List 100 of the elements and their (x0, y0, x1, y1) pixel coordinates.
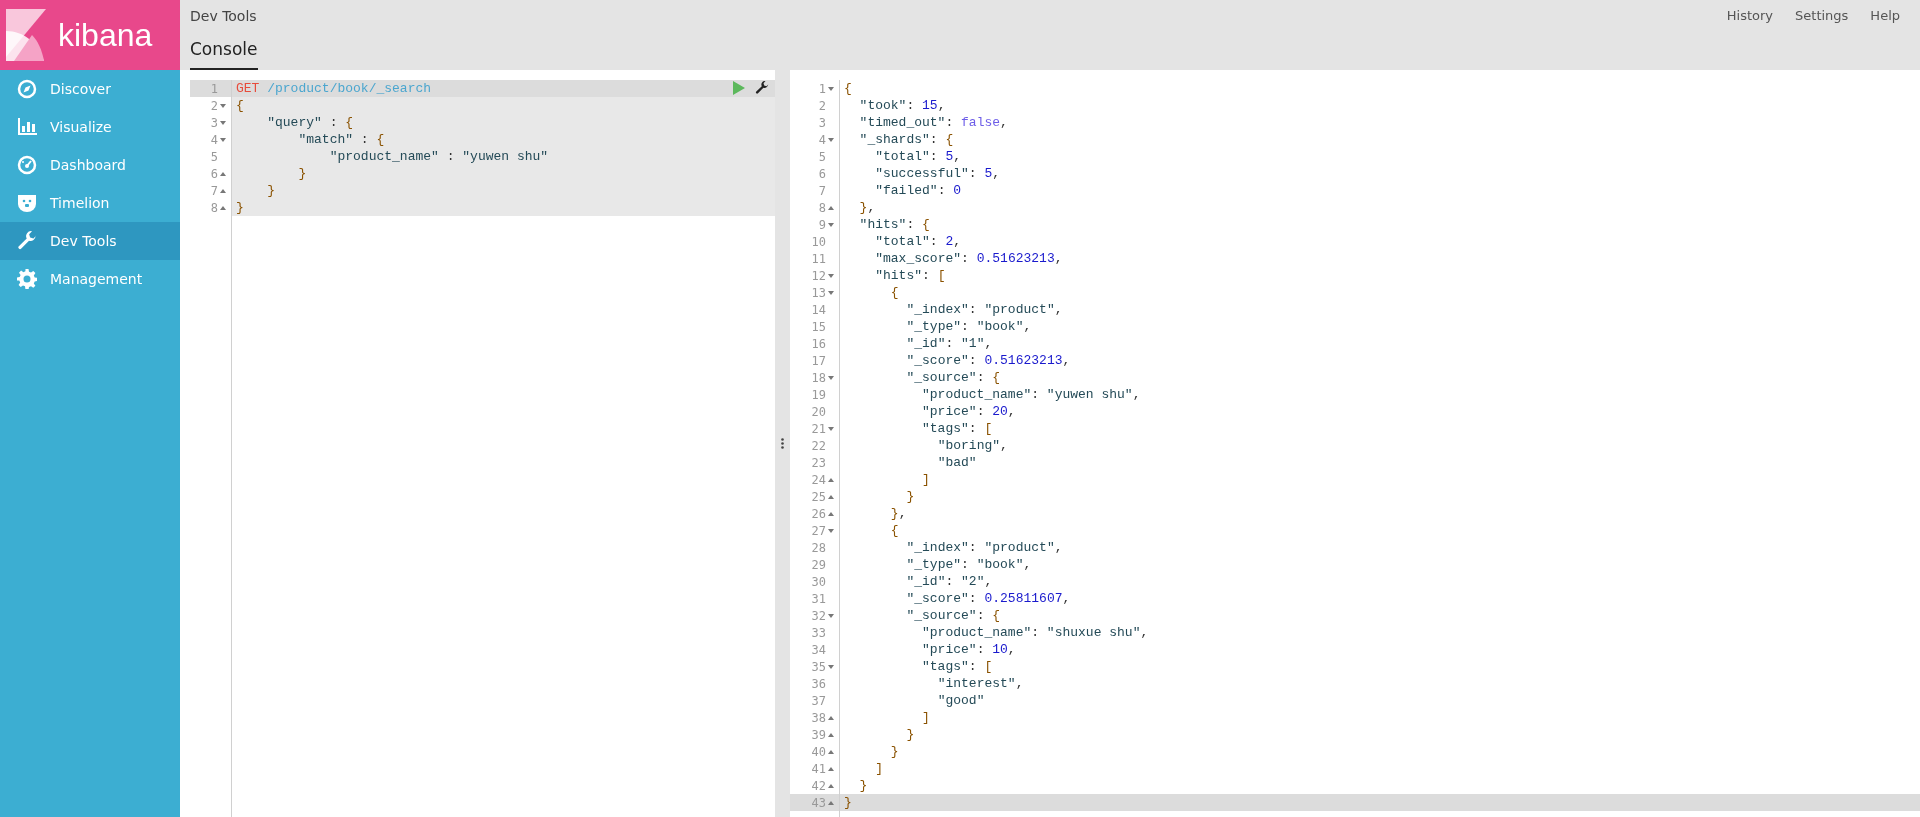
fold-caret-icon[interactable] (828, 800, 834, 805)
line-number: 2 (210, 97, 218, 115)
code-line: "max_score": 0.51623213, (874, 252, 1063, 265)
fold-caret-icon[interactable] (828, 222, 834, 227)
line-number: 26 (811, 505, 826, 523)
line-number: 21 (811, 420, 826, 438)
drag-handle-icon (781, 438, 784, 449)
code-line: } (236, 201, 244, 214)
line-number: 5 (210, 148, 218, 166)
code-line: "product_name" : "yuwen shu" (328, 150, 549, 163)
fold-caret-icon[interactable] (828, 715, 834, 720)
app-name: kibana (58, 19, 153, 51)
fold-caret-icon[interactable] (828, 477, 834, 482)
gear-icon (17, 269, 37, 289)
fold-caret-icon[interactable] (828, 613, 834, 618)
fold-caret-icon[interactable] (828, 494, 834, 499)
code-line: "_type": "book", (905, 558, 1032, 571)
code-line: "_shards": { (858, 133, 954, 146)
code-line: "_score": 0.51623213, (905, 354, 1071, 367)
fold-caret-icon[interactable] (828, 511, 834, 516)
code-line: } (889, 745, 899, 758)
compass-icon (17, 79, 37, 99)
line-number: 37 (811, 692, 826, 710)
nav-item[interactable]: Dev Tools (0, 222, 180, 260)
code-line: "match" : { (297, 133, 385, 146)
fold-caret-icon[interactable] (828, 766, 834, 771)
code-line: "tags": [ (921, 660, 993, 673)
code-line: { (889, 286, 899, 299)
fold-caret-icon[interactable] (828, 205, 834, 210)
line-number: 6 (210, 165, 218, 183)
code-line: } (858, 779, 868, 792)
line-number: 20 (811, 403, 826, 421)
line-number: 18 (811, 369, 826, 387)
line-number: 4 (818, 131, 826, 149)
code-line: "successful": 5, (874, 167, 1001, 180)
fold-caret-icon[interactable] (828, 749, 834, 754)
code-line: "product_name": "yuwen shu", (921, 388, 1141, 401)
code-line: "bad" (936, 456, 977, 469)
fold-caret-icon[interactable] (828, 528, 834, 533)
code-line: "_source": { (905, 609, 1001, 622)
line-number: 8 (210, 199, 218, 217)
header-link[interactable]: Settings (1795, 6, 1849, 26)
code-line: "price": 10, (921, 643, 1016, 656)
wrench-icon (17, 231, 37, 251)
line-number: 28 (811, 539, 826, 557)
fold-caret-icon[interactable] (220, 171, 226, 176)
line-number: 7 (210, 182, 218, 200)
fold-caret-icon[interactable] (220, 205, 226, 210)
line-number: 6 (818, 165, 826, 183)
code-line: "tags": [ (921, 422, 993, 435)
fold-caret-icon[interactable] (828, 664, 834, 669)
code-line: }, (889, 507, 907, 520)
bar-chart-icon (17, 118, 37, 136)
line-number: 4 (210, 131, 218, 149)
fold-caret-icon[interactable] (828, 290, 834, 295)
line-number: 31 (811, 590, 826, 608)
line-number: 33 (811, 624, 826, 642)
code-line: "_index": "product", (905, 541, 1063, 554)
line-number: 43 (811, 794, 826, 812)
fold-caret-icon[interactable] (220, 188, 226, 193)
code-line: "_index": "product", (905, 303, 1063, 316)
line-number: 29 (811, 556, 826, 574)
code-line: "failed": 0 (874, 184, 962, 197)
wrench-icon (755, 81, 769, 95)
code-line: { (889, 524, 899, 537)
fold-caret-icon[interactable] (220, 103, 226, 108)
line-number: 3 (818, 114, 826, 132)
line-number: 39 (811, 726, 826, 744)
fold-caret-icon[interactable] (828, 86, 834, 91)
header-link[interactable]: History (1726, 6, 1774, 26)
line-number: 42 (811, 777, 826, 795)
line-number: 38 (811, 709, 826, 727)
fold-caret-icon[interactable] (828, 273, 834, 278)
code-line: GET /product/book/_search (236, 82, 432, 95)
fold-caret-icon[interactable] (828, 783, 834, 788)
line-number: 2 (818, 97, 826, 115)
line-number: 8 (818, 199, 826, 217)
fold-caret-icon[interactable] (828, 732, 834, 737)
breadcrumb: Dev Tools (190, 7, 258, 26)
code-line: ] (921, 473, 930, 486)
fold-caret-icon[interactable] (828, 137, 834, 142)
line-number: 11 (811, 250, 826, 268)
code-line: } (297, 167, 307, 180)
bear-icon (17, 194, 37, 212)
line-number: 22 (811, 437, 826, 455)
line-number: 1 (210, 80, 218, 98)
line-number: 30 (811, 573, 826, 591)
code-line: "_id": "2", (905, 575, 993, 588)
line-number: 12 (811, 267, 826, 285)
code-line: } (266, 184, 276, 197)
fold-caret-icon[interactable] (220, 137, 226, 142)
line-number: 25 (811, 488, 826, 506)
wrench-button[interactable] (755, 81, 769, 95)
fold-caret-icon[interactable] (828, 375, 834, 380)
header-link[interactable]: Help (1870, 6, 1900, 26)
fold-caret-icon[interactable] (220, 120, 226, 125)
code-line: { (236, 99, 244, 112)
code-line: "total": 5, (874, 150, 962, 163)
fold-caret-icon[interactable] (828, 426, 834, 431)
code-line: "interest", (936, 677, 1024, 690)
